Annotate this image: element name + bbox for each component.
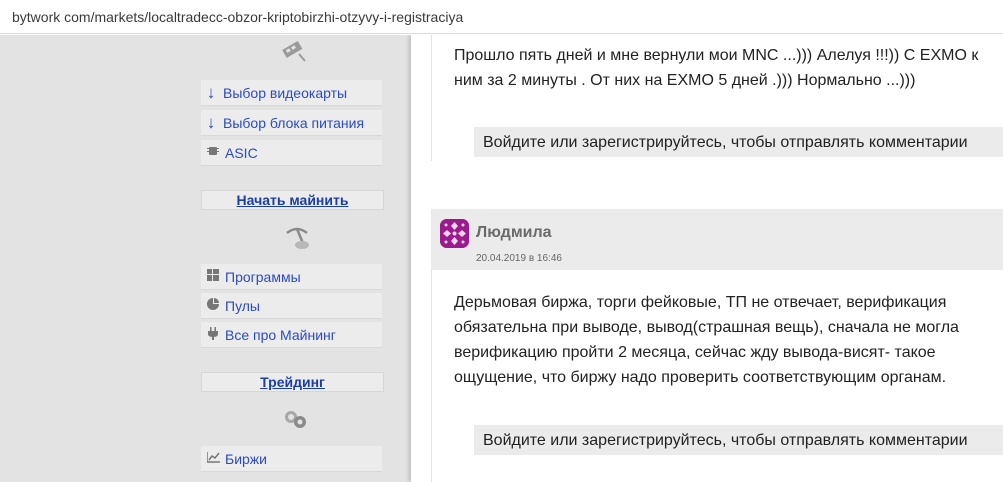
sidebar-item-label: Программы: [225, 268, 301, 285]
login-prompt[interactable]: Войдите или зарегистрируйтесь, чтобы отп…: [474, 425, 1003, 455]
sidebar-item-label: Выбор блока питания: [223, 114, 365, 131]
arrow-down-icon: ↓: [206, 112, 216, 132]
comment-author[interactable]: Людмила: [476, 224, 552, 242]
sidebar-item-power-supply[interactable]: ↓ Выбор блока питания: [201, 110, 382, 136]
sidebar: ↓ Выбор видеокарты ↓ Выбор блока питания…: [0, 35, 411, 482]
comment-1: Прошло пять дней и мне вернули мои MNC .…: [431, 35, 1003, 161]
heading-start-mining[interactable]: Начать майнить: [201, 190, 384, 210]
heading-trading[interactable]: Трейдинг: [201, 372, 384, 392]
comment-2-header: Людмила 20.04.2019 в 16:46: [431, 209, 1003, 270]
comment-text: Прошло пять дней и мне вернули мои MNC .…: [454, 47, 979, 89]
sidebar-item-label: Пулы: [225, 297, 260, 314]
hardware-category-icon: [282, 41, 306, 62]
comment-date: 20.04.2019 в 16:46: [476, 253, 562, 264]
sidebar-item-label: Биржи: [225, 450, 267, 467]
sidebar-item-videocard[interactable]: ↓ Выбор видеокарты: [201, 80, 382, 106]
sidebar-item-about-mining[interactable]: Все про Майнинг: [201, 322, 382, 348]
sidebar-item-label: Выбор видеокарты: [223, 84, 348, 101]
coins-icon: [285, 411, 306, 428]
plug-icon: [201, 326, 225, 343]
comment-2: Дерьмовая биржа, торги фейковые, ТП не о…: [431, 270, 1003, 482]
sidebar-item-asic[interactable]: ASIC: [201, 140, 382, 166]
address-bar[interactable]: bytwork com/markets/localtradecc-obzor-k…: [0, 0, 1003, 34]
sidebar-item-exchanges[interactable]: Биржи: [201, 446, 382, 472]
sidebar-item-programs[interactable]: Программы: [201, 264, 382, 290]
pie-chart-icon: [201, 298, 225, 313]
arrow-down-icon: ↓: [206, 82, 216, 102]
pickaxe-icon: [286, 227, 309, 249]
sidebar-item-pools[interactable]: Пулы: [201, 293, 382, 319]
chip-icon: [201, 145, 225, 160]
sidebar-item-label: Все про Майнинг: [225, 326, 336, 343]
comments-area: Прошло пять дней и мне вернули мои MNC .…: [411, 35, 1003, 482]
url-text[interactable]: bytwork com/markets/localtradecc-obzor-k…: [12, 9, 463, 25]
avatar: [440, 219, 469, 248]
line-chart-icon: [201, 451, 225, 466]
comment-text: Дерьмовая биржа, торги фейковые, ТП не о…: [454, 294, 959, 386]
sidebar-item-label: ASIC: [225, 144, 258, 161]
page: ↓ Выбор видеокарты ↓ Выбор блока питания…: [0, 35, 1003, 482]
login-prompt[interactable]: Войдите или зарегистрируйтесь, чтобы отп…: [474, 127, 1003, 157]
windows-icon: [201, 269, 225, 284]
